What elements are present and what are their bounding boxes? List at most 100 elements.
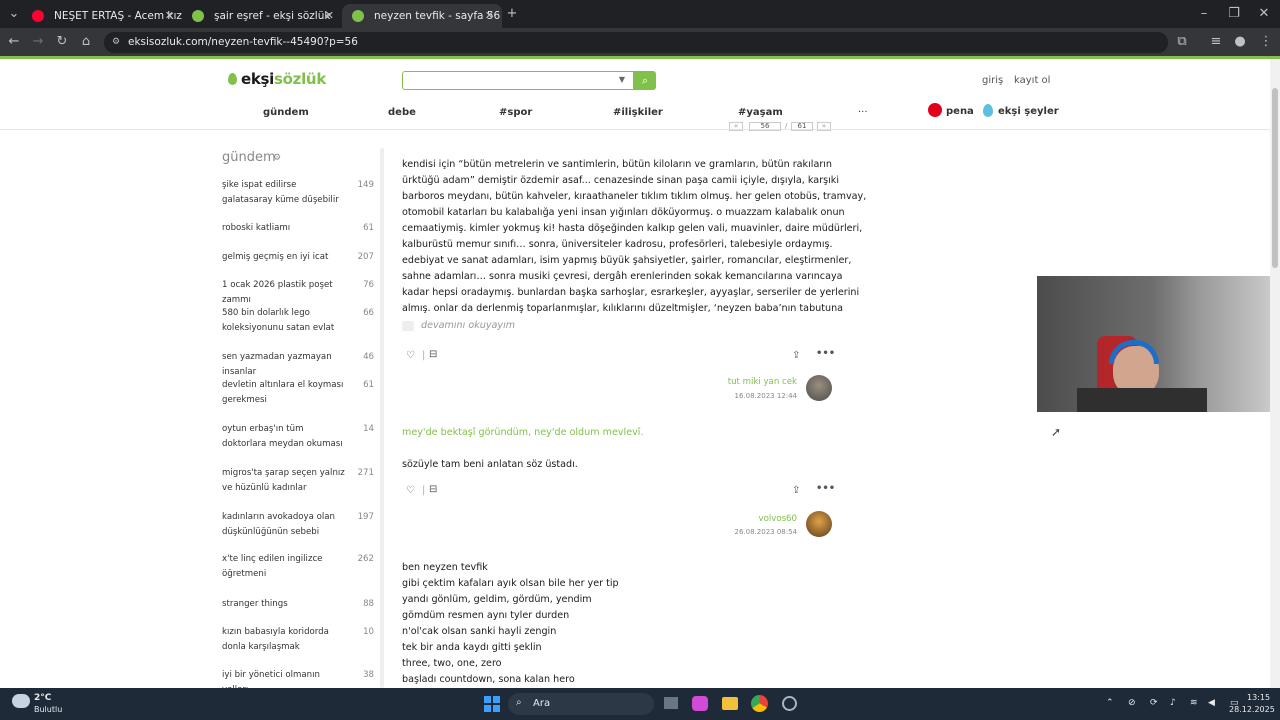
network-off-icon[interactable]: ⊘ [1128,698,1136,708]
sidebar-topic-count: 207 [357,252,374,262]
downvote-icon[interactable]: ⊟ [429,484,437,495]
browser-tab-neyzen[interactable]: neyzen tevfik - sayfa 56 - ekşi s ✕ [342,4,502,28]
weather-desc[interactable]: Bulutlu [34,705,62,714]
author-avatar[interactable] [806,375,832,401]
menu-kebab-icon[interactable]: ⋮ [1256,32,1276,52]
site-top-accent-bar [0,56,1280,59]
sidebar-topic[interactable]: x'te linç edilen ingilizce öğretmeni 262 [222,552,380,582]
back-icon[interactable]: ← [4,32,24,52]
close-icon[interactable]: ✕ [485,4,494,28]
sidebar-topic[interactable]: kadınların avokadoya olan düşkünlüğünün … [222,510,380,540]
app-icon[interactable] [782,696,797,711]
share-icon[interactable]: ⇪ [792,350,800,361]
page-scrollbar-thumb[interactable] [1272,88,1278,268]
minimize-icon[interactable]: – [1194,4,1214,24]
entry-date[interactable]: 26.08.2023 08:54 [700,528,797,536]
task-view-icon[interactable] [664,697,678,709]
register-link[interactable]: kayıt ol [1014,75,1050,86]
sidebar-topic[interactable]: şike ispat edilirse galatasaray küme düş… [222,178,380,208]
entry-line: gibi çektim kafaları ayık olsan bile her… [402,578,619,589]
prev-page-button[interactable]: « [729,122,743,131]
tab-search-icon[interactable]: ⌄ [4,4,24,24]
nav-gundem[interactable]: gündem [263,107,309,118]
taskbar-search-box[interactable]: ⌕ Ara [508,693,654,715]
sidebar-topic-count: 262 [357,554,374,564]
copilot-icon[interactable] [692,696,708,711]
author-avatar[interactable] [806,511,832,537]
sidebar-topic-title: migros'ta şarap seçen yalnız ve hüzünlü … [222,468,345,493]
reload-icon[interactable]: ↻ [52,32,72,52]
nav-yasam[interactable]: #yaşam [738,107,783,118]
browser-tab-music[interactable]: NEŞET ERTAŞ - Acem kızı. Ç ✕ [22,4,182,28]
microphone-icon[interactable]: ♪ [1170,698,1176,708]
entry-author[interactable]: tut miki yan cek [700,377,797,387]
wifi-icon[interactable]: ≋ [1190,698,1198,708]
pena-link[interactable]: pena [928,103,974,117]
nav-debe[interactable]: debe [388,107,416,118]
sidebar-topic[interactable]: stranger things 88 [222,597,380,612]
page-select[interactable]: 56 [749,122,781,131]
maximize-icon[interactable]: ❐ [1224,4,1244,24]
eksi-seyler-link[interactable]: ekşi şeyler [983,104,1059,117]
gear-icon[interactable]: ⚙ [273,153,281,163]
nav-iliskiler[interactable]: #ilişkiler [613,107,663,118]
home-icon[interactable]: ⌂ [76,32,96,52]
next-page-button[interactable]: » [817,122,831,131]
entry-line: kalburüstü memur sınıfı… sonra, üniversi… [402,239,833,250]
media-control-icon[interactable]: ≡ [1206,32,1226,52]
sidebar-topic[interactable]: 1 ocak 2026 plastik poşet zammı 76 [222,278,380,308]
chrome-icon[interactable] [751,695,768,712]
file-explorer-icon[interactable] [722,697,738,710]
sidebar-topic[interactable]: oytun erbaş'ın tüm doktorlara meydan oku… [222,422,380,452]
sidebar-topic[interactable]: migros'ta şarap seçen yalnız ve hüzünlü … [222,466,380,496]
close-icon[interactable]: ✕ [165,4,174,28]
read-more-link[interactable]: devamını okuyayım [421,318,515,334]
extensions-icon[interactable]: ⧉ [1172,32,1192,52]
dropdown-caret-icon[interactable]: ▼ [619,75,625,84]
share-icon[interactable]: ⇪ [792,485,800,496]
profile-avatar-icon[interactable]: ● [1230,32,1250,52]
eksi-logo[interactable]: ekşisözlük [228,70,326,88]
close-icon[interactable]: ✕ [325,4,334,28]
sidebar-topic[interactable]: roboski katliamı 61 [222,221,380,236]
forward-icon[interactable]: → [28,32,48,52]
search-input[interactable]: ▼ [402,71,634,90]
sidebar-scrollbar[interactable] [380,148,384,688]
page-separator: / [785,122,788,130]
more-options-icon[interactable]: ••• [816,348,835,359]
last-page-button[interactable]: 61 [791,122,813,131]
more-options-icon[interactable]: ••• [816,483,835,494]
sidebar-topic[interactable]: gelmiş geçmiş en iyi icat 207 [222,250,380,265]
sidebar-topic[interactable]: sen yazmadan yazmayan insanlar 46 [222,350,380,380]
sidebar-topic-title: devletin altınlara el koyması gerekmesi [222,380,344,405]
search-button[interactable]: ⌕ [634,71,656,90]
eksi-icon [192,10,204,22]
favorite-heart-icon[interactable]: ♡ [406,485,415,496]
address-bar[interactable]: ⚙ eksisozluk.com/neyzen-tevfik--45490?p=… [104,32,1168,53]
nav-more[interactable]: ··· [858,107,868,118]
favorite-heart-icon[interactable]: ♡ [406,350,415,361]
window-close-icon[interactable]: ✕ [1254,4,1274,24]
downvote-icon[interactable]: ⊟ [429,349,437,360]
sidebar-title[interactable]: gündem [222,150,276,165]
login-link[interactable]: giriş [982,75,1003,86]
tray-chevron-icon[interactable]: ⌃ [1106,698,1114,708]
new-tab-button[interactable]: + [502,4,522,24]
weather-cloud-icon[interactable] [12,694,30,708]
nav-spor[interactable]: #spor [499,107,532,118]
sidebar-topic[interactable]: kızın babasıyla koridorda donla karşılaş… [222,625,380,655]
volume-icon[interactable]: ◀ [1208,698,1215,708]
sidebar-topic[interactable]: devletin altınlara el koyması gerekmesi 6… [222,378,380,408]
windows-start-icon[interactable] [484,696,500,712]
clock-date[interactable]: 28.12.2025 [1229,705,1275,714]
entry-line: otomobil katarları bu kalabalığa yeni in… [402,207,845,218]
weather-temp[interactable]: 2°C [34,693,51,703]
sync-icon[interactable]: ⟳ [1150,698,1158,708]
browser-tab-sair-esref[interactable]: şair eşref - ekşi sözlük ✕ [182,4,342,28]
sidebar-topic[interactable]: 580 bin dolarlık lego koleksiyonunu sata… [222,306,380,336]
clock-time[interactable]: 13:15 [1247,693,1270,702]
entry-date[interactable]: 16.08.2023 12:44 [700,392,797,400]
site-info-icon[interactable]: ⚙ [112,32,120,53]
entry-author[interactable]: volvos60 [700,514,798,524]
url-text: eksisozluk.com/neyzen-tevfik--45490?p=56 [128,36,358,48]
